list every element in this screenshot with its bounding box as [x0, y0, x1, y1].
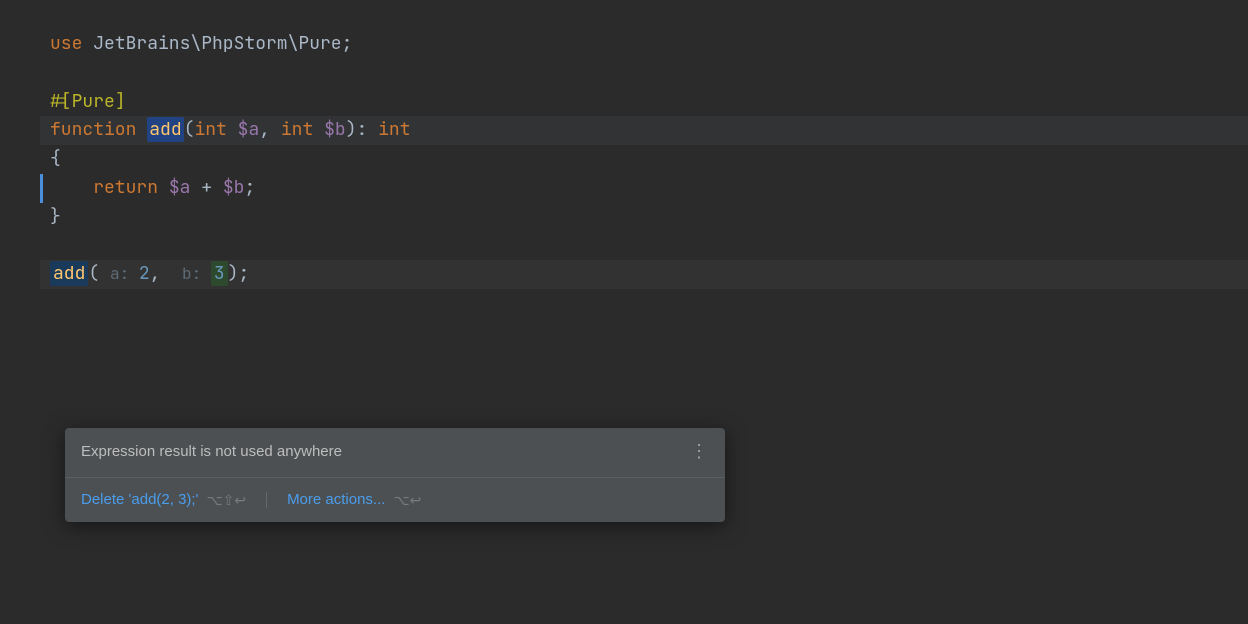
keyword-use: use	[50, 32, 82, 55]
hint-b-value-wrap: 3	[211, 261, 228, 286]
semicolon: ;	[244, 176, 255, 199]
keyword-function: function	[50, 118, 136, 141]
popup-actions: Delete 'add(2, 3);' ⌥⇧↩ More actions... …	[65, 478, 725, 522]
code-line-brace-open: {	[40, 145, 1248, 174]
space-r	[158, 176, 169, 199]
brace-close: }	[50, 205, 61, 228]
code-line-brace-close: }	[40, 203, 1248, 232]
space	[136, 118, 147, 141]
more-actions-shortcut: ⌥↩	[393, 489, 421, 511]
more-actions-button[interactable]: More actions...	[287, 488, 385, 512]
space3	[313, 118, 324, 141]
popup-menu-icon[interactable]: ⋮	[690, 438, 709, 467]
namespace-text: JetBrains\PhpStorm\Pure;	[82, 32, 352, 55]
indent	[50, 176, 93, 199]
call-comma: ,	[150, 262, 182, 285]
empty-line-1	[40, 59, 1248, 88]
delete-action-button[interactable]: Delete 'add(2, 3);'	[81, 488, 198, 512]
hint-a-label: a:	[110, 263, 139, 284]
popup-header: Expression result is not used anywhere ⋮	[65, 428, 725, 478]
call-end: );	[228, 262, 250, 285]
paren-open: (	[184, 118, 195, 141]
code-line-call: add( a: 2, b: 3);	[40, 260, 1248, 289]
actions-separator	[266, 492, 267, 508]
hint-a-value: 2	[139, 262, 150, 285]
call-paren: (	[88, 262, 110, 285]
return-type: int	[378, 118, 410, 141]
inspection-popup: Expression result is not used anywhere ⋮…	[65, 428, 725, 522]
popup-message: Expression result is not used anywhere	[81, 440, 342, 464]
hint-b-value: 3	[214, 262, 225, 285]
param-a: $a	[238, 118, 260, 141]
brace-open: {	[50, 147, 61, 170]
plus: +	[190, 176, 222, 199]
param2-type: int	[281, 118, 313, 141]
var-b: $b	[223, 176, 245, 199]
code-line-attr: #[Pure]	[40, 88, 1248, 117]
empty-line-2	[40, 232, 1248, 261]
code-line-1: use JetBrains\PhpStorm\Pure;	[40, 30, 1248, 59]
space2	[227, 118, 238, 141]
function-name: add	[147, 117, 183, 142]
code-line-return: return $a + $b;	[40, 174, 1248, 203]
code-editor: use JetBrains\PhpStorm\Pure; #[Pure] fun…	[0, 0, 1248, 289]
comma: ,	[259, 118, 281, 141]
param1-type: int	[194, 118, 226, 141]
paren-close: ):	[346, 118, 378, 141]
attribute-pure: #[Pure]	[50, 90, 126, 113]
param-b: $b	[324, 118, 346, 141]
delete-action-shortcut: ⌥⇧↩	[206, 489, 246, 511]
hint-b-label: b:	[182, 263, 211, 284]
var-a: $a	[169, 176, 191, 199]
keyword-return: return	[93, 176, 158, 199]
code-line-function: function add(int $a, int $b): int	[40, 116, 1248, 145]
call-fn-name: add	[50, 261, 88, 286]
